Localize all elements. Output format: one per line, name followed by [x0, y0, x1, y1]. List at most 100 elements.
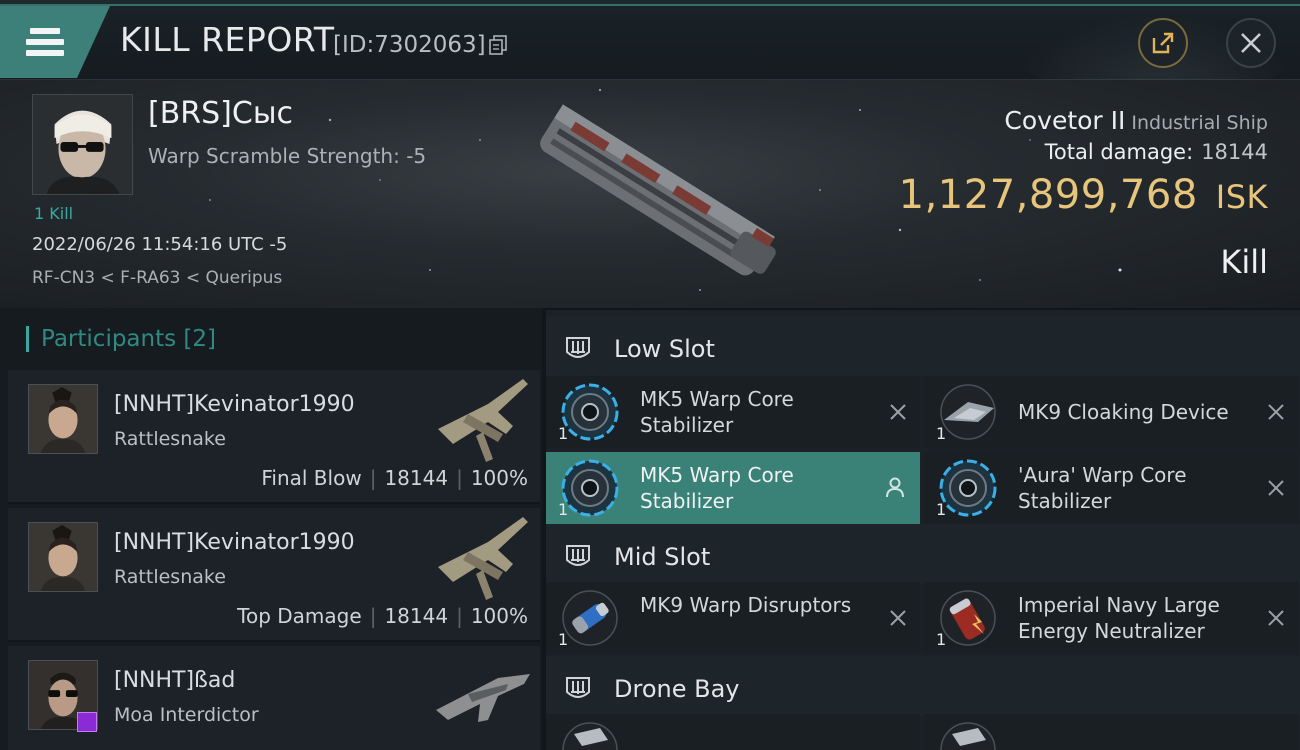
module-item[interactable]: 1 MK5 Warp Core Stabilizer [546, 376, 920, 448]
participant-stats: Top Damage | 18144 | 100% [237, 604, 528, 628]
participant-ship-render [438, 379, 528, 462]
close-button[interactable] [1226, 18, 1276, 68]
isk-value: 1,127,899,768 ISK [899, 172, 1268, 218]
participant-name[interactable]: [NNHT]Kevinator1990 [114, 530, 355, 555]
remove-icon[interactable] [1266, 608, 1286, 628]
module-item[interactable] [546, 714, 920, 750]
corp-badge-icon [77, 712, 97, 732]
isk-amount: 1,127,899,768 [898, 172, 1198, 218]
total-damage: Total damage: 18144 [1045, 140, 1268, 164]
module-quantity: 1 [558, 500, 569, 519]
stat-separator: | [456, 466, 463, 490]
module-item[interactable]: 1 MK9 Warp Disruptors [546, 582, 920, 654]
warp-scramble-strength: Warp Scramble Strength: -5 [148, 144, 427, 168]
isk-unit: ISK [1215, 178, 1268, 216]
participant-row[interactable]: [NNHT]ßad Moa Interdictor [8, 646, 540, 750]
participant-name[interactable]: [NNHT]ßad [114, 668, 235, 693]
user-icon[interactable] [884, 476, 906, 498]
remove-icon[interactable] [888, 608, 908, 628]
stat-separator: | [456, 604, 463, 628]
slot-icon [566, 545, 590, 566]
module-name: MK9 Cloaking Device [1018, 400, 1229, 424]
kill-datetime: 2022/06/26 11:54:16 UTC -5 [32, 234, 288, 255]
victim-banner: [BRS]Сыс Warp Scramble Strength: -5 1 Ki… [0, 80, 1300, 308]
remove-icon[interactable] [1266, 478, 1286, 498]
total-damage-value: 18144 [1201, 140, 1268, 164]
drone-bay-header: Drone Bay [546, 656, 1300, 716]
module-name: MK9 Warp Disruptors [640, 593, 852, 617]
victim-portrait[interactable] [32, 94, 133, 195]
ship-name: Covetor II [1004, 106, 1126, 135]
participant-percent: 100% [470, 466, 528, 490]
kill-location[interactable]: RF-CN3 < F-RA63 < Queripus [32, 268, 282, 288]
participant-percent: 100% [470, 604, 528, 628]
participants-count: [2] [183, 326, 217, 352]
participants-panel: Participants [2] [NNHT]Kevinator1990 Rat… [0, 308, 542, 750]
participant-damage: 18144 [384, 604, 449, 628]
stat-separator: | [369, 604, 377, 628]
drone-icon [940, 722, 996, 750]
remove-icon[interactable] [1266, 402, 1286, 422]
victim-name[interactable]: [BRS]Сыс [148, 96, 293, 131]
module-quantity: 1 [558, 424, 569, 443]
low-slot-header: Low Slot [546, 316, 1300, 376]
module-item[interactable]: 1 'Aura' Warp Core Stabilizer [924, 452, 1298, 524]
participant-portrait [28, 384, 98, 454]
warp-core-stabilizer-icon [939, 459, 997, 517]
share-icon [1152, 32, 1174, 54]
menu-icon [26, 28, 64, 58]
warp-core-stabilizer-icon [561, 383, 619, 441]
module-name: MK5 Warp Core Stabilizer [640, 463, 794, 513]
slot-icon [566, 677, 590, 698]
victim-ship-render[interactable] [508, 96, 798, 296]
participants-label: Participants [41, 326, 177, 352]
module-quantity: 1 [936, 500, 947, 519]
participant-ship: Rattlesnake [114, 428, 226, 450]
ship-type: Industrial Ship [1131, 112, 1268, 134]
slot-icon [566, 337, 590, 358]
module-quantity: 1 [936, 424, 947, 443]
warp-core-stabilizer-icon [561, 459, 619, 517]
mid-slot-title: Mid Slot [614, 543, 711, 571]
victim-kill-count: 1 Kill [34, 204, 74, 223]
participant-stats: Final Blow | 18144 | 100% [261, 466, 528, 490]
participant-ship: Rattlesnake [114, 566, 226, 588]
participant-row[interactable]: [NNHT]Kevinator1990 Rattlesnake Top Dama… [8, 508, 540, 642]
module-quantity: 1 [558, 630, 569, 649]
drone-icon [562, 722, 618, 750]
fitting-panel: Low Slot 1 MK5 Warp Core Stabilizer 1 MK… [546, 310, 1300, 750]
participants-title: Participants [2] [26, 326, 216, 352]
mid-slot-header: Mid Slot [546, 524, 1300, 584]
participant-ship-render [438, 517, 528, 600]
module-name: MK5 Warp Core Stabilizer [640, 387, 794, 437]
copy-icon[interactable] [489, 35, 507, 55]
close-icon [1241, 33, 1261, 53]
participant-portrait [28, 522, 98, 592]
participant-ship-render [436, 674, 530, 722]
remove-icon[interactable] [888, 402, 908, 422]
kill-result: Kill [1220, 243, 1268, 281]
module-name: 'Aura' Warp Core Stabilizer [1018, 463, 1187, 513]
module-name: Imperial Navy Large Energy Neutralizer [1018, 593, 1220, 643]
report-id: [ID:7302063] [333, 32, 486, 58]
total-damage-label: Total damage: [1044, 140, 1194, 164]
share-button[interactable] [1138, 18, 1188, 68]
participant-role: Top Damage [237, 604, 362, 628]
participant-row[interactable]: [NNHT]Kevinator1990 Rattlesnake Final Bl… [8, 370, 540, 504]
stat-separator: | [369, 466, 377, 490]
module-item-selected[interactable]: 1 MK5 Warp Core Stabilizer [546, 452, 920, 524]
warp-disruptor-icon [562, 590, 618, 646]
participant-name[interactable]: [NNHT]Kevinator1990 [114, 392, 355, 417]
module-item[interactable]: 1 Imperial Navy Large Energy Neutralizer [924, 582, 1298, 654]
victim-ship-class[interactable]: Covetor II Industrial Ship [1004, 106, 1268, 135]
drone-bay-title: Drone Bay [614, 675, 740, 703]
page-title: KILL REPORT [120, 20, 335, 59]
participant-damage: 18144 [384, 466, 449, 490]
energy-neutralizer-icon [940, 590, 996, 646]
participant-ship: Moa Interdictor [114, 704, 259, 726]
module-item[interactable]: 1 MK9 Cloaking Device [924, 376, 1298, 448]
module-item[interactable] [924, 714, 1298, 750]
low-slot-title: Low Slot [614, 335, 715, 363]
module-quantity: 1 [936, 630, 947, 649]
cloaking-device-icon [940, 384, 996, 440]
